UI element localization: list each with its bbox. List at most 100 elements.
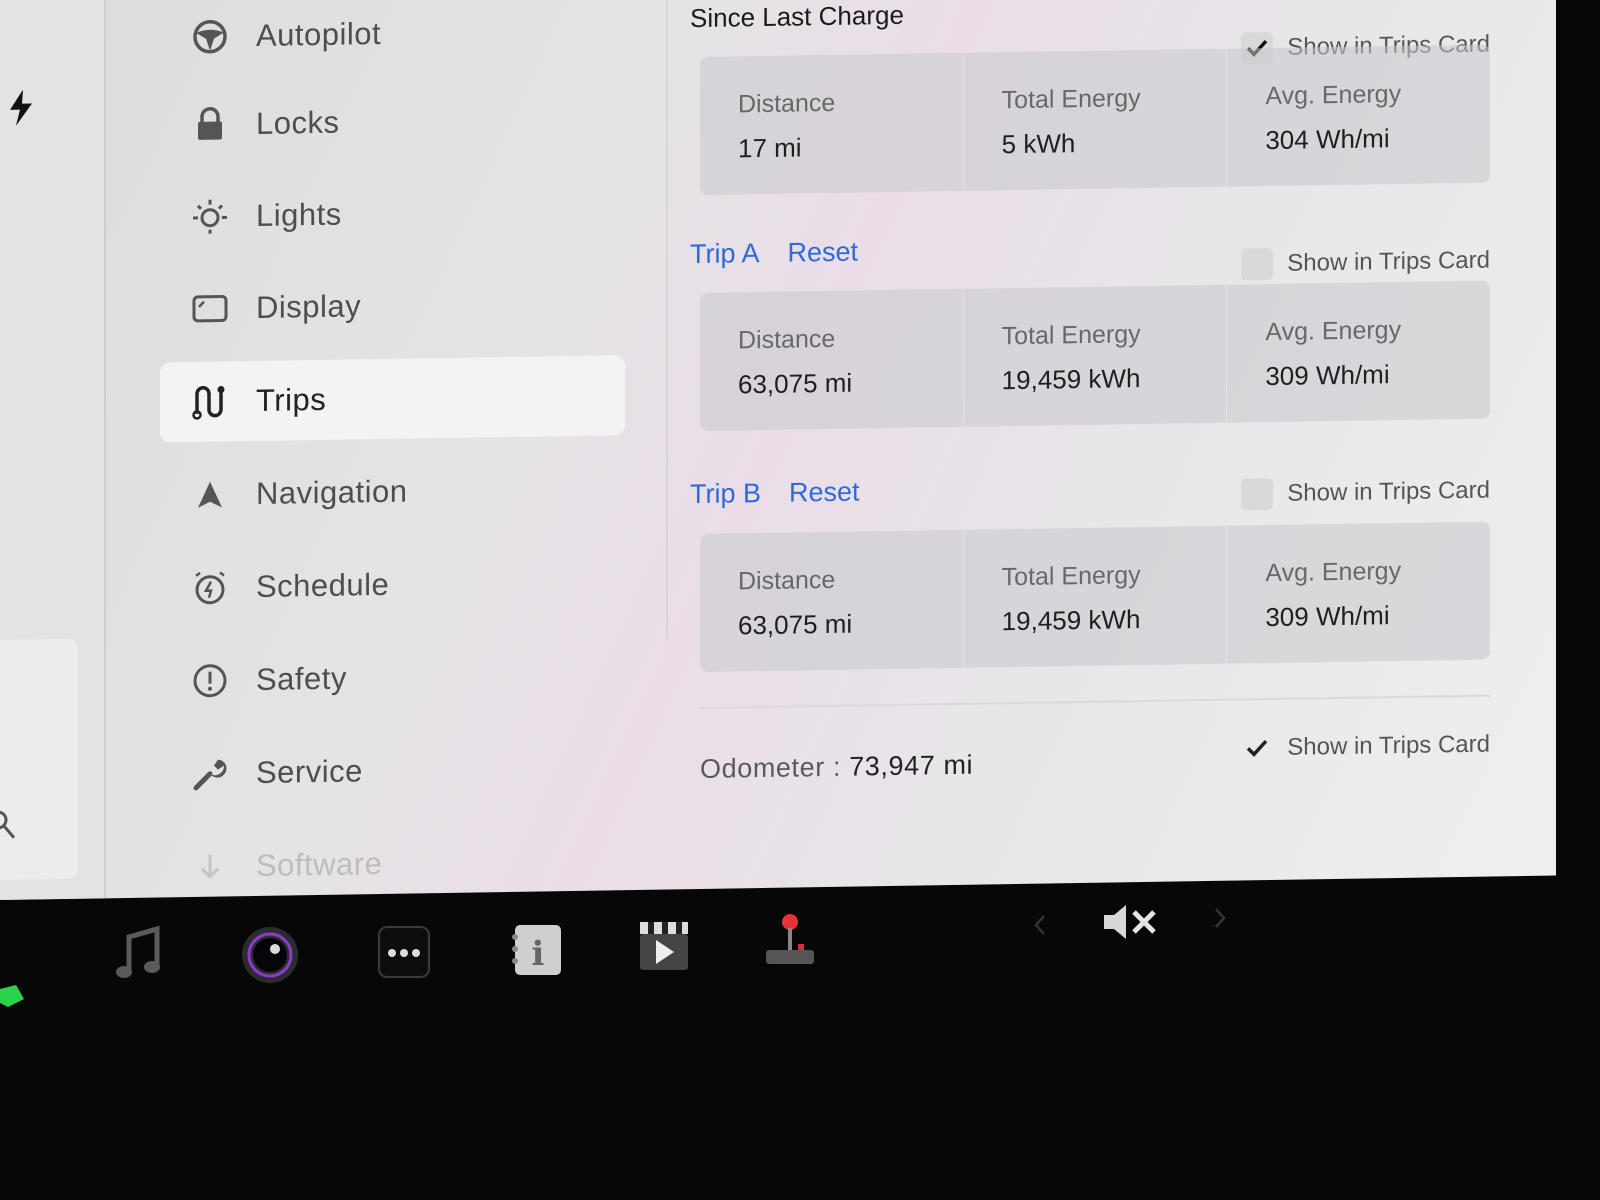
exclamation-circle-icon xyxy=(190,660,230,701)
odometer-separator: : xyxy=(832,751,842,782)
stat-label: Total Energy xyxy=(1001,84,1141,115)
sidebar-item-schedule[interactable]: Schedule xyxy=(160,541,625,628)
search-icon[interactable] xyxy=(0,810,18,840)
left-rail xyxy=(0,0,106,900)
stat-label: Distance xyxy=(738,324,836,355)
stat-label: Avg. Energy xyxy=(1265,79,1402,111)
stat-value: 17 mi xyxy=(738,132,802,164)
stat-label: Distance xyxy=(738,565,836,596)
charging-indicator-icon xyxy=(0,985,24,1007)
sidebar-item-safety[interactable]: Safety xyxy=(160,634,625,721)
sidebar-item-service[interactable]: Service xyxy=(160,727,625,814)
camera-icon[interactable] xyxy=(240,925,300,985)
steering-wheel-icon xyxy=(190,16,230,57)
stat-total-energy: Total Energy 19,459 kWh xyxy=(963,284,1228,427)
light-bulb-icon xyxy=(190,196,230,237)
stat-value: 63,075 mi xyxy=(738,608,853,641)
stat-avg-energy: Avg. Energy 309 Wh/mi xyxy=(1227,522,1490,664)
trip-b-stats: Distance 63,075 mi Total Energy 19,459 kWh… xyxy=(700,521,1490,673)
stat-avg-energy: Avg. Energy 309 Wh/mi xyxy=(1227,281,1490,423)
arcade-joystick-icon[interactable] xyxy=(760,910,820,970)
next-chevron-icon[interactable] xyxy=(1210,905,1230,931)
sidebar-item-autopilot[interactable]: Autopilot xyxy=(160,0,625,77)
theater-clapper-icon[interactable] xyxy=(634,916,694,976)
alarm-clock-icon xyxy=(190,567,230,608)
volume-muted-icon[interactable] xyxy=(1100,902,1162,942)
stat-distance: Distance 17 mi xyxy=(700,52,964,196)
settings-screen: Autopilot Locks Lights Display Trips Nav… xyxy=(0,0,1556,901)
manual-info-icon[interactable]: i xyxy=(506,920,566,980)
show-in-trips-card-label: Show in Trips Card xyxy=(1287,476,1490,507)
trip-a-show-toggle[interactable]: Show in Trips Card xyxy=(1241,245,1490,281)
sidebar-divider xyxy=(666,0,668,640)
sidebar-item-label: Display xyxy=(256,288,362,325)
odometer-show-toggle[interactable]: Show in Trips Card xyxy=(1241,729,1490,765)
trips-route-icon xyxy=(190,381,230,422)
sidebar-item-label: Lights xyxy=(256,196,342,233)
trip-b-title: Trip B xyxy=(690,478,762,510)
show-in-trips-card-label: Show in Trips Card xyxy=(1287,730,1490,761)
stat-value: 309 Wh/mi xyxy=(1265,600,1390,633)
odometer: Odometer : 73,947 mi xyxy=(700,750,973,785)
sidebar-item-label: Trips xyxy=(256,381,327,418)
show-in-trips-card-label: Show in Trips Card xyxy=(1287,246,1490,277)
stat-total-energy: Total Energy 19,459 kWh xyxy=(963,525,1228,668)
stat-label: Distance xyxy=(738,88,836,119)
stat-total-energy: Total Energy 5 kWh xyxy=(963,48,1228,191)
rail-card[interactable] xyxy=(0,638,78,880)
sidebar-item-label: Navigation xyxy=(256,473,408,511)
charging-bolt-icon xyxy=(10,89,32,126)
stat-distance: Distance 63,075 mi xyxy=(700,288,964,432)
display-icon xyxy=(190,288,230,329)
stat-avg-energy: Avg. Energy 304 Wh/mi xyxy=(1227,45,1490,187)
sidebar-item-software[interactable]: Software xyxy=(160,820,625,900)
checkbox-unchecked[interactable] xyxy=(1241,247,1274,281)
trips-panel: Since Last Charge Show in Trips Card Dis… xyxy=(690,0,1490,889)
odometer-value: 73,947 mi xyxy=(849,749,974,782)
since-last-charge-stats: Distance 17 mi Total Energy 5 kWh Avg. Ene… xyxy=(700,44,1490,196)
download-arrow-icon xyxy=(190,846,230,887)
trip-a-reset-button[interactable]: Reset xyxy=(788,237,859,269)
svg-text:i: i xyxy=(532,934,545,974)
sidebar-item-label: Service xyxy=(256,753,363,790)
stat-value: 304 Wh/mi xyxy=(1265,123,1390,156)
sidebar-item-label: Safety xyxy=(256,660,347,697)
odometer-label: Odometer xyxy=(700,752,825,785)
trip-a-header: Trip A Reset xyxy=(690,237,858,271)
music-note-icon[interactable] xyxy=(108,925,168,985)
trip-a-stats: Distance 63,075 mi Total Energy 19,459 kWh… xyxy=(700,280,1490,432)
trip-a-title: Trip A xyxy=(690,238,760,270)
trip-b-reset-button[interactable]: Reset xyxy=(789,476,860,508)
more-apps-icon[interactable] xyxy=(374,922,434,982)
navigation-arrow-icon xyxy=(190,474,230,515)
checkbox-unchecked[interactable] xyxy=(1241,477,1274,511)
stat-label: Total Energy xyxy=(1001,561,1141,592)
settings-sidebar: Autopilot Locks Lights Display Trips Nav… xyxy=(160,0,630,897)
stat-value: 19,459 kWh xyxy=(1001,604,1141,637)
sidebar-item-label: Locks xyxy=(256,104,340,141)
stat-distance: Distance 63,075 mi xyxy=(700,529,964,673)
wrench-icon xyxy=(190,753,230,794)
sidebar-item-lights[interactable]: Lights xyxy=(160,170,625,257)
stat-label: Total Energy xyxy=(1001,320,1141,351)
sidebar-item-label: Autopilot xyxy=(256,16,382,53)
stat-label: Avg. Energy xyxy=(1265,315,1402,347)
trip-b-show-toggle[interactable]: Show in Trips Card xyxy=(1241,475,1490,511)
trip-b-header: Trip B Reset xyxy=(690,476,860,510)
sidebar-item-navigation[interactable]: Navigation xyxy=(160,448,625,535)
stat-value: 309 Wh/mi xyxy=(1265,359,1390,392)
sidebar-item-locks[interactable]: Locks xyxy=(160,78,625,165)
lock-icon xyxy=(190,104,230,145)
section-divider xyxy=(700,694,1490,710)
stat-value: 19,459 kWh xyxy=(1001,363,1141,396)
sidebar-item-display[interactable]: Display xyxy=(160,262,625,349)
sidebar-item-trips[interactable]: Trips xyxy=(160,355,625,443)
stat-value: 5 kWh xyxy=(1001,128,1076,160)
stat-value: 63,075 mi xyxy=(738,367,853,400)
stat-label: Avg. Energy xyxy=(1265,556,1402,588)
checkbox-checked[interactable] xyxy=(1241,732,1273,765)
sidebar-item-label: Software xyxy=(256,845,383,883)
sidebar-item-label: Schedule xyxy=(256,566,390,604)
since-last-charge-title: Since Last Charge xyxy=(690,0,904,34)
previous-chevron-icon[interactable] xyxy=(1030,912,1050,938)
